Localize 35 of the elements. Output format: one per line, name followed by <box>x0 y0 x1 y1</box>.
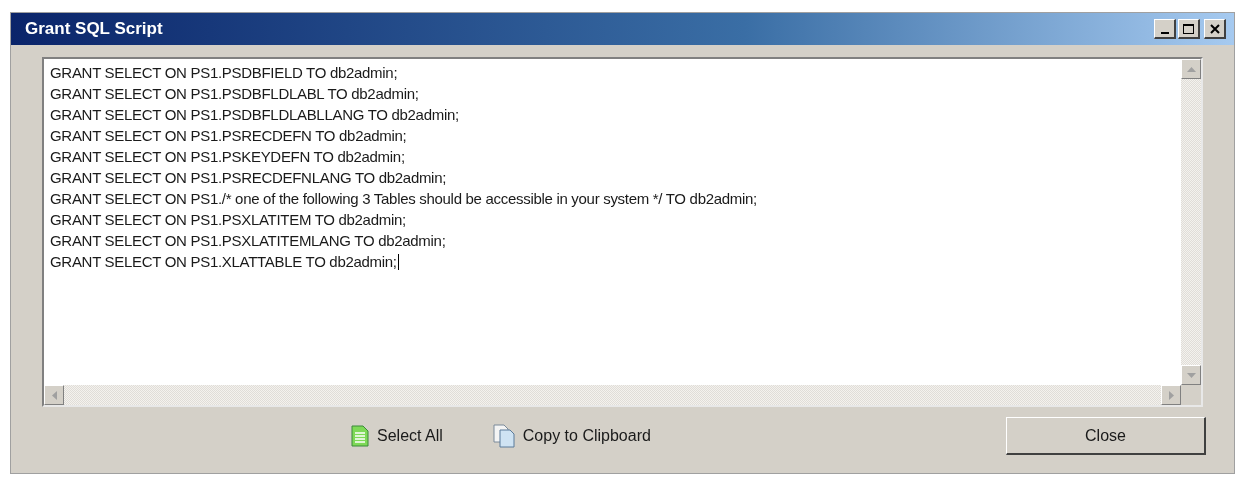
copy-icon <box>492 424 515 448</box>
code-line: GRANT SELECT ON PS1.PSXLATITEM TO db2admin; <box>50 210 406 230</box>
vertical-scrollbar[interactable] <box>1181 59 1201 385</box>
up-arrow-icon <box>1186 66 1196 72</box>
window-title: Grant SQL Script <box>25 18 163 41</box>
scroll-left-button[interactable] <box>44 385 64 405</box>
code-line: GRANT SELECT ON PS1.PSRECDEFN TO db2admin; <box>50 126 407 146</box>
scrollbar-corner <box>1181 385 1201 405</box>
maximize-button[interactable] <box>1178 19 1200 39</box>
left-arrow-icon <box>51 390 57 400</box>
right-arrow-icon <box>1168 390 1174 400</box>
code-line: GRANT SELECT ON PS1.PSDBFIELD TO db2admin; <box>50 63 398 83</box>
code-line: GRANT SELECT ON PS1.PSXLATITEMLANG TO db2admin; <box>50 231 446 251</box>
maximize-icon <box>1183 23 1194 34</box>
close-icon <box>1209 23 1220 34</box>
copy-to-clipboard-link[interactable]: Copy to Clipboard <box>492 424 651 448</box>
code-line: GRANT SELECT ON PS1.PSKEYDEFN TO db2admin; <box>50 147 405 167</box>
select-all-link[interactable]: Select All <box>351 424 443 448</box>
minimize-button[interactable] <box>1154 19 1176 39</box>
code-line: GRANT SELECT ON PS1.XLATTABLE TO db2admin; <box>50 252 397 272</box>
scroll-right-button[interactable] <box>1161 385 1181 405</box>
scroll-down-button[interactable] <box>1181 365 1201 385</box>
code-line: GRANT SELECT ON PS1.PSDBFLDLABL TO db2admin; <box>50 84 419 104</box>
horizontal-scrollbar[interactable] <box>44 385 1181 405</box>
script-field[interactable] <box>42 57 1203 407</box>
close-button[interactable] <box>1204 19 1226 39</box>
code-line: GRANT SELECT ON PS1./* one of the following 3 Tables should be accessible in your system */ TO db2admin; <box>50 189 757 209</box>
code-line: GRANT SELECT ON PS1.PSRECDEFNLANG TO db2admin; <box>50 168 447 188</box>
code-line: GRANT SELECT ON PS1.PSDBFLDLABLLANG TO db2admin; <box>50 105 459 125</box>
down-arrow-icon <box>1186 372 1196 378</box>
scroll-up-button[interactable] <box>1181 59 1201 79</box>
document-icon <box>351 425 369 447</box>
close-dialog-button[interactable]: Close <box>1006 417 1206 455</box>
text-cursor <box>397 253 399 270</box>
minimize-icon <box>1160 32 1169 34</box>
